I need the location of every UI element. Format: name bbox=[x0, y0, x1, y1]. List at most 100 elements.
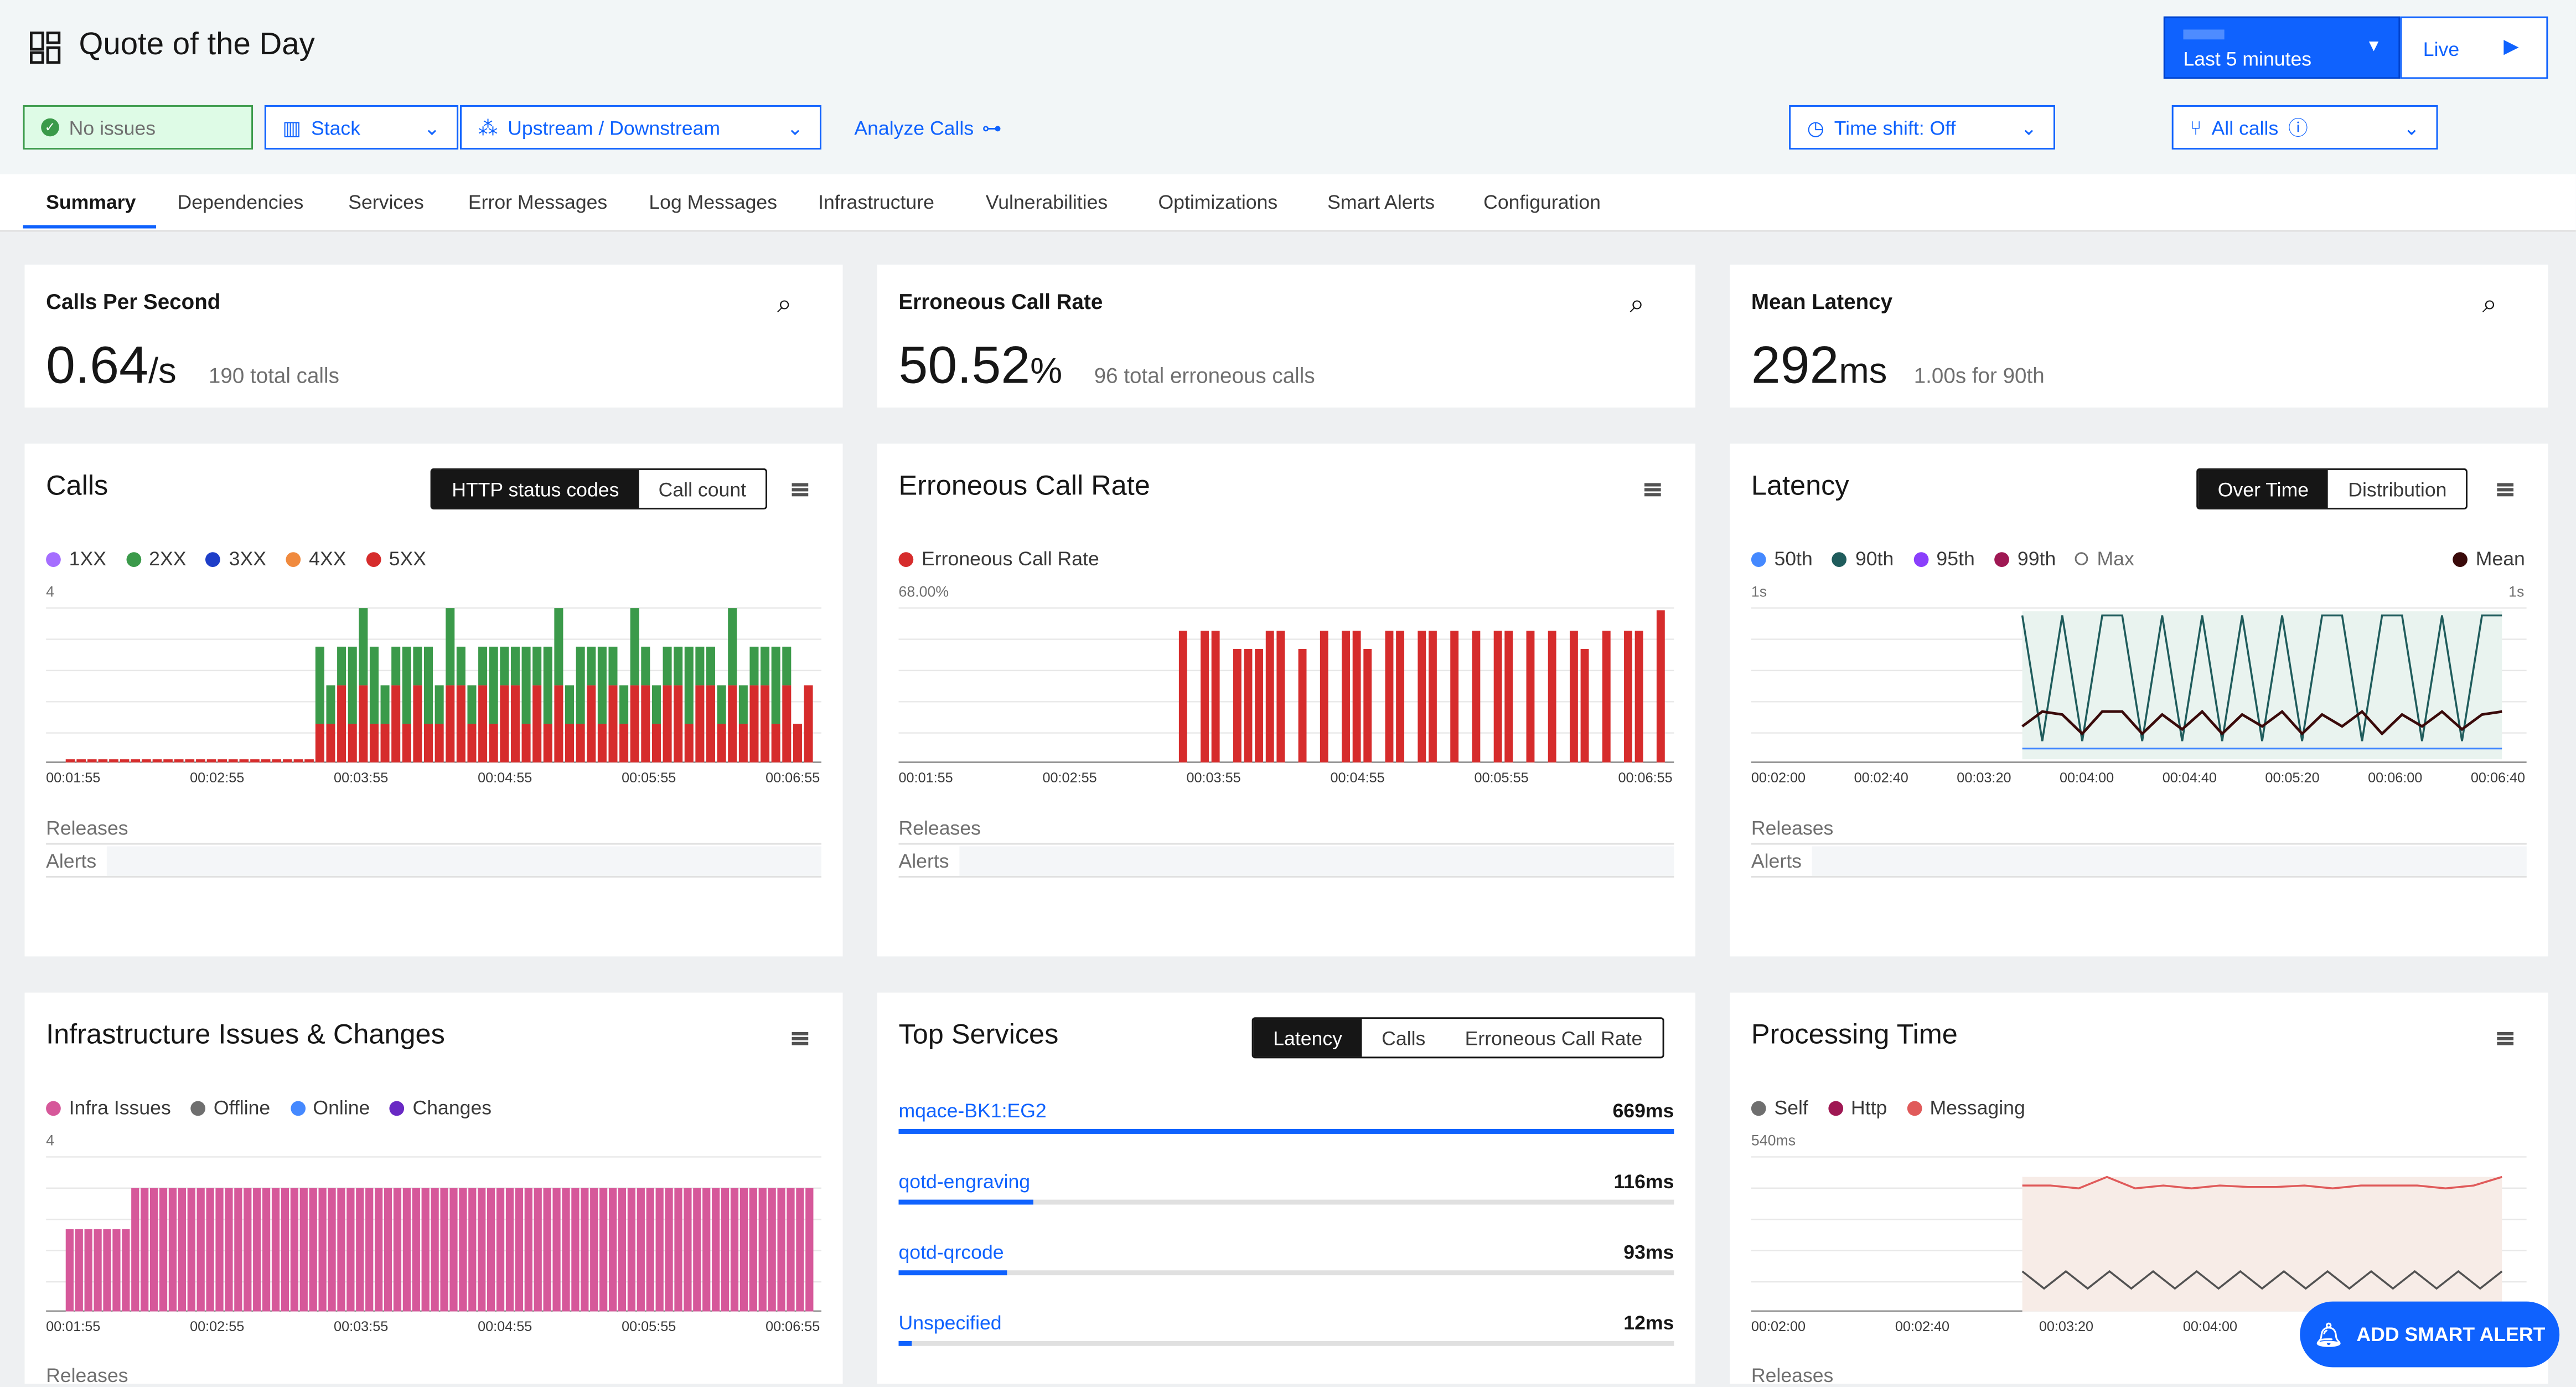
alerts-track bbox=[959, 846, 1674, 876]
legend-2xx[interactable]: 2XX bbox=[126, 547, 186, 570]
upstream-dropdown[interactable]: ⁂ Upstream / Downstream ⌄ bbox=[460, 105, 821, 150]
menu-icon[interactable] bbox=[1644, 483, 1661, 497]
legend-http[interactable]: Http bbox=[1828, 1096, 1887, 1119]
all-calls-dropdown[interactable]: ⑂ All calls ⓘ ⌄ bbox=[2171, 105, 2438, 150]
menu-icon[interactable] bbox=[2497, 1032, 2514, 1045]
bar-infra-issues bbox=[299, 1188, 308, 1312]
seg-over-time[interactable]: Over Time bbox=[2198, 470, 2329, 508]
seg-call-count[interactable]: Call count bbox=[639, 470, 766, 508]
error-rate-chart[interactable] bbox=[898, 598, 1674, 763]
latency-legend: 50th 90th 95th 99th Max bbox=[1751, 547, 2134, 570]
bar-infra-issues bbox=[337, 1188, 345, 1312]
legend-mean[interactable]: Mean bbox=[2453, 547, 2525, 570]
x-tick-label: 00:02:55 bbox=[190, 1318, 245, 1335]
stack-dropdown[interactable]: ▥ Stack ⌄ bbox=[264, 105, 459, 150]
bar-2xx bbox=[413, 646, 422, 685]
chevron-down-icon: ⌄ bbox=[2020, 116, 2037, 139]
bar-error-rate bbox=[1276, 631, 1285, 763]
legend-99th[interactable]: 99th bbox=[1994, 547, 2056, 570]
service-link[interactable]: qotd-qrcode bbox=[898, 1241, 1003, 1264]
legend-offline[interactable]: Offline bbox=[190, 1096, 270, 1119]
legend-3xx[interactable]: 3XX bbox=[206, 547, 266, 570]
tab-vulnerabilities[interactable]: Vulnerabilities bbox=[986, 190, 1108, 214]
time-range-picker[interactable]: Last 5 minutes ▼ bbox=[2163, 16, 2401, 79]
legend-online[interactable]: Online bbox=[289, 1096, 370, 1119]
latency-mode-toggle: Over Time Distribution bbox=[2196, 468, 2469, 510]
tab-summary[interactable]: Summary bbox=[46, 190, 136, 214]
zoom-icon[interactable]: ⌕ bbox=[2482, 291, 2497, 320]
bar-5xx bbox=[489, 724, 498, 763]
live-button[interactable]: Live ▶ bbox=[2400, 16, 2548, 79]
bar-error-rate bbox=[1472, 631, 1481, 763]
seg-calls[interactable]: Calls bbox=[1362, 1019, 1445, 1056]
service-link[interactable]: qotd-engraving bbox=[898, 1170, 1030, 1193]
time-shift-label: Time shift: Off bbox=[1834, 116, 1956, 139]
legend-90th[interactable]: 90th bbox=[1832, 547, 1894, 570]
legend-messaging[interactable]: Messaging bbox=[1906, 1096, 2025, 1119]
bar-2xx bbox=[532, 646, 542, 685]
service-link[interactable]: Unspecified bbox=[898, 1311, 1001, 1334]
seg-http-status[interactable]: HTTP status codes bbox=[432, 470, 639, 508]
tab-smart-alerts[interactable]: Smart Alerts bbox=[1327, 190, 1435, 214]
legend-error-rate[interactable]: Erroneous Call Rate bbox=[898, 547, 1099, 570]
bar-2xx bbox=[326, 685, 335, 724]
calls-chart[interactable] bbox=[46, 598, 821, 763]
bar-2xx bbox=[554, 608, 563, 685]
bar-infra-issues bbox=[168, 1188, 177, 1312]
bar-error-rate bbox=[1656, 610, 1665, 763]
stack-label: Stack bbox=[311, 116, 361, 139]
bar-5xx bbox=[87, 759, 97, 763]
legend-5xx[interactable]: 5XX bbox=[366, 547, 426, 570]
infra-chart[interactable] bbox=[46, 1147, 821, 1312]
zoom-icon[interactable]: ⌕ bbox=[777, 291, 792, 320]
tab-error-messages[interactable]: Error Messages bbox=[468, 190, 607, 214]
bar-error-rate bbox=[1201, 631, 1209, 763]
bar-5xx bbox=[315, 724, 324, 763]
processing-chart[interactable] bbox=[1751, 1147, 2527, 1312]
service-link[interactable]: mqace-BK1:EG2 bbox=[898, 1100, 1046, 1123]
bar-error-rate bbox=[1178, 631, 1187, 763]
time-shift-dropdown[interactable]: ◷ Time shift: Off ⌄ bbox=[1789, 105, 2055, 150]
legend-50th[interactable]: 50th bbox=[1751, 547, 1813, 570]
bar-2xx bbox=[619, 685, 629, 724]
bar-infra-issues bbox=[440, 1188, 448, 1312]
service-bar bbox=[898, 1129, 1674, 1134]
tab-infrastructure[interactable]: Infrastructure bbox=[818, 190, 934, 214]
chevron-down-icon: ⌄ bbox=[787, 116, 804, 139]
issues-status[interactable]: ✓ No issues bbox=[23, 105, 254, 150]
bar-5xx bbox=[630, 685, 639, 763]
seg-latency[interactable]: Latency bbox=[1253, 1019, 1362, 1057]
x-tick-label: 00:02:00 bbox=[1751, 1318, 1806, 1335]
bar-infra-issues bbox=[75, 1229, 83, 1312]
legend-95th[interactable]: 95th bbox=[1913, 547, 1975, 570]
bar-infra-issues bbox=[608, 1188, 617, 1312]
seg-erroneous-call-rate[interactable]: Erroneous Call Rate bbox=[1445, 1019, 1662, 1056]
tab-optimizations[interactable]: Optimizations bbox=[1158, 190, 1277, 214]
legend-1xx[interactable]: 1XX bbox=[46, 547, 106, 570]
zoom-icon[interactable]: ⌕ bbox=[1630, 291, 1644, 320]
infra-legend: Infra Issues Offline Online Changes bbox=[46, 1096, 492, 1119]
tab-dependencies[interactable]: Dependencies bbox=[178, 190, 304, 214]
bar-5xx bbox=[131, 759, 141, 763]
bar-infra-issues bbox=[787, 1188, 795, 1312]
menu-icon[interactable] bbox=[792, 1032, 809, 1045]
add-smart-alert-label: ADD SMART ALERT bbox=[2356, 1323, 2546, 1346]
tab-services[interactable]: Services bbox=[348, 190, 424, 214]
legend-changes[interactable]: Changes bbox=[389, 1096, 492, 1119]
y-max-label: 68.00% bbox=[898, 583, 949, 600]
seg-distribution[interactable]: Distribution bbox=[2329, 470, 2466, 508]
add-smart-alert-button[interactable]: 🔔︎ ADD SMART ALERT bbox=[2300, 1301, 2560, 1368]
menu-icon[interactable] bbox=[2497, 483, 2514, 497]
bar-infra-issues bbox=[665, 1188, 673, 1312]
legend-4xx[interactable]: 4XX bbox=[286, 547, 346, 570]
legend-infra-issues[interactable]: Infra Issues bbox=[46, 1096, 171, 1119]
divider bbox=[898, 875, 1674, 878]
bar-error-rate bbox=[1526, 631, 1535, 763]
tab-configuration[interactable]: Configuration bbox=[1483, 190, 1601, 214]
menu-icon[interactable] bbox=[792, 483, 809, 497]
tab-log-messages[interactable]: Log Messages bbox=[649, 190, 777, 214]
latency-chart[interactable] bbox=[1751, 598, 2527, 763]
legend-self[interactable]: Self bbox=[1751, 1096, 1808, 1119]
legend-max[interactable]: Max bbox=[2075, 547, 2134, 570]
analyze-calls-link[interactable]: Analyze Calls ⊶ bbox=[854, 117, 1001, 140]
